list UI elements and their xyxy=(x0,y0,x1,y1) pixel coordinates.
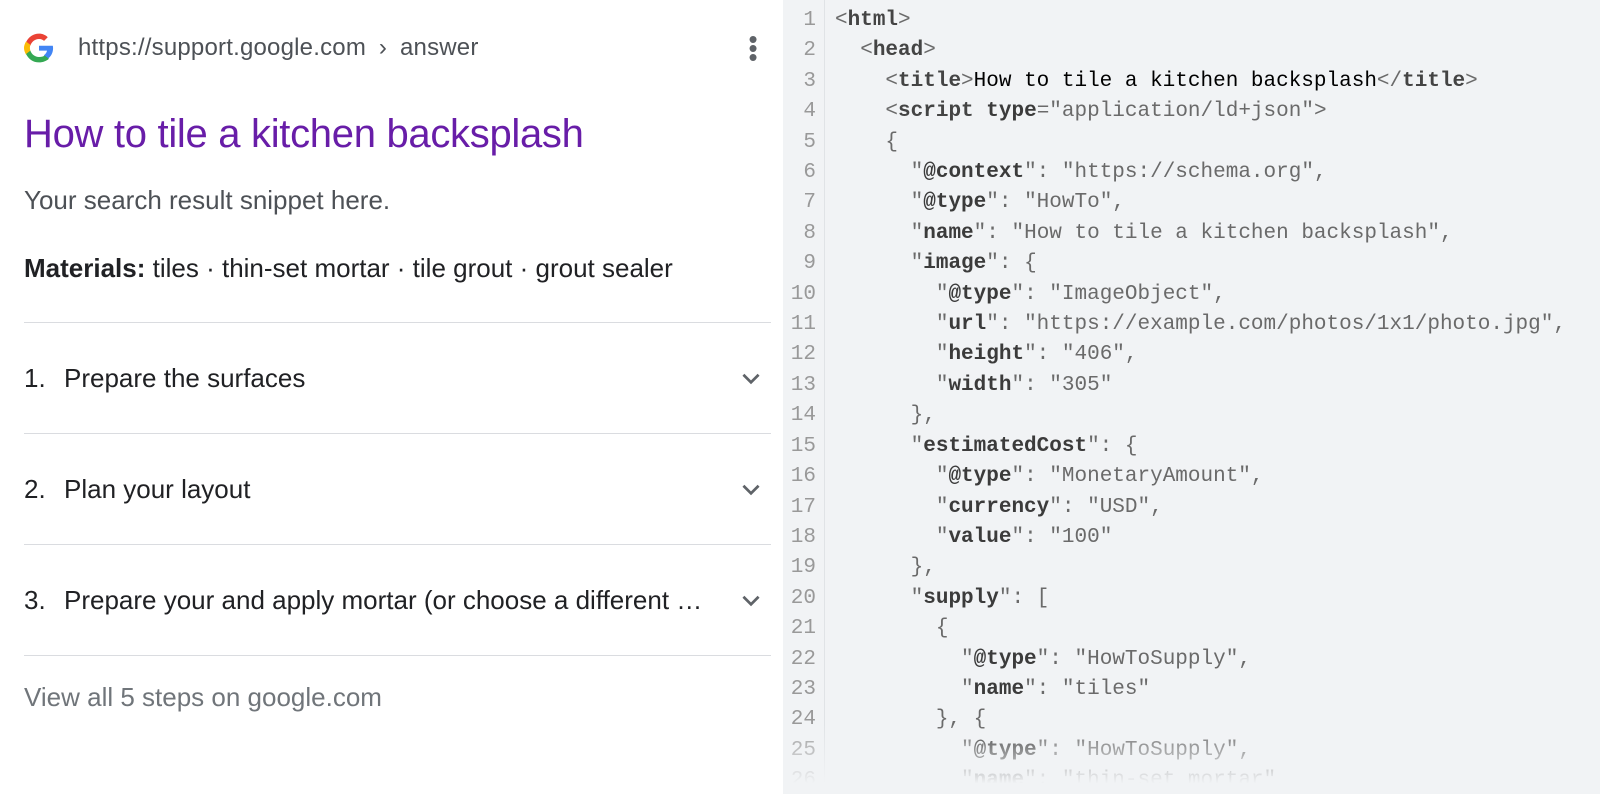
result-url-row: https://support.google.com › answer ••• xyxy=(24,24,771,72)
result-snippet: Your search result snippet here. xyxy=(24,185,771,216)
result-title[interactable]: How to tile a kitchen backsplash xyxy=(24,112,771,157)
step-label: Prepare the surfaces xyxy=(64,363,731,394)
step-number: 3. xyxy=(24,585,64,616)
step-number: 1. xyxy=(24,363,64,394)
step-row[interactable]: 3. Prepare your and apply mortar (or cho… xyxy=(24,545,771,655)
chevron-down-icon xyxy=(731,365,771,391)
step-row[interactable]: 1. Prepare the surfaces xyxy=(24,323,771,433)
result-steps: 1. Prepare the surfaces 2. Plan your lay… xyxy=(24,322,771,656)
divider xyxy=(24,655,771,656)
search-result-panel: https://support.google.com › answer ••• … xyxy=(0,0,783,794)
code-panel: 1 2 3 4 5 6 7 8 9 10 11 12 13 14 15 16 1… xyxy=(783,0,1600,794)
chevron-down-icon xyxy=(731,476,771,502)
google-favicon-icon xyxy=(24,33,54,63)
step-row[interactable]: 2. Plan your layout xyxy=(24,434,771,544)
step-label: Prepare your and apply mortar (or choose… xyxy=(64,585,731,616)
line-gutter: 1 2 3 4 5 6 7 8 9 10 11 12 13 14 15 16 1… xyxy=(783,0,825,794)
step-label: Plan your layout xyxy=(64,474,731,505)
view-all-link[interactable]: View all 5 steps on google.com xyxy=(24,682,771,713)
result-path: answer xyxy=(400,34,479,61)
code-content: <html> <head> <title>How to tile a kitch… xyxy=(825,0,1600,794)
result-materials: Materials: tiles · thin-set mortar · til… xyxy=(24,248,771,288)
result-domain: https://support.google.com xyxy=(78,34,366,61)
materials-label: Materials: xyxy=(24,253,145,283)
chevron-down-icon xyxy=(731,587,771,613)
result-more-icon[interactable]: ••• xyxy=(735,35,771,62)
result-url[interactable]: https://support.google.com › answer xyxy=(78,34,711,62)
step-number: 2. xyxy=(24,474,64,505)
materials-values: tiles · thin-set mortar · tile grout · g… xyxy=(153,253,673,283)
